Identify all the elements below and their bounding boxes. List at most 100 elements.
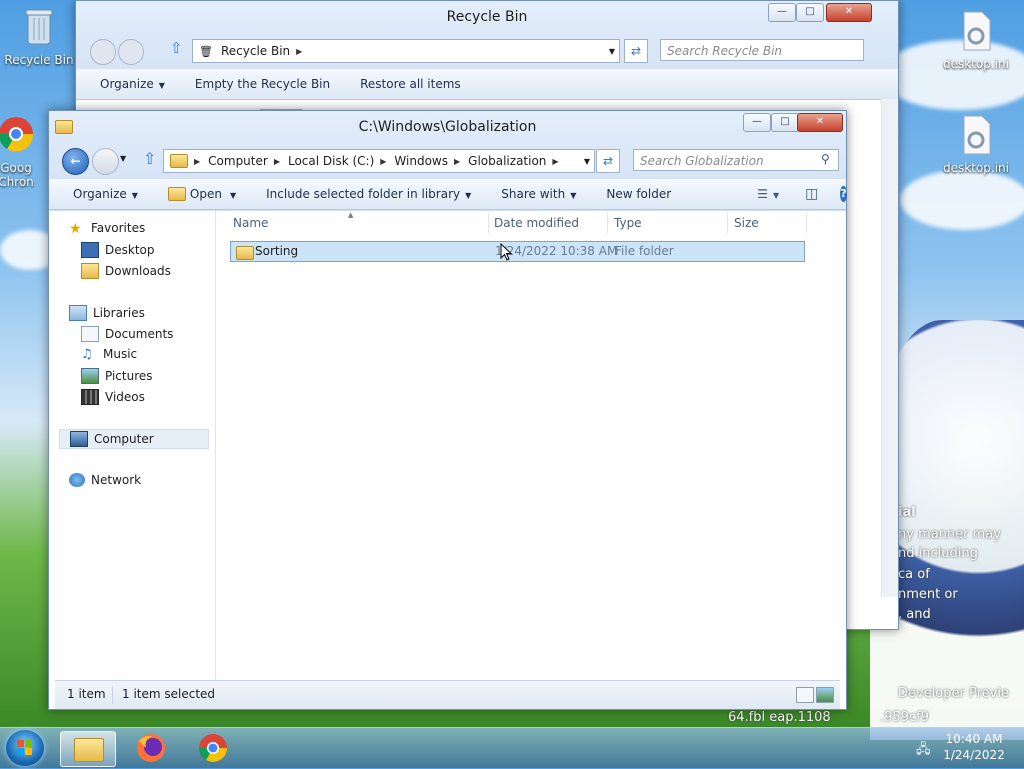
nav-music[interactable]: ♫ Music [81, 347, 138, 362]
chevron-down-icon[interactable]: ▼ [609, 47, 615, 56]
share-with-button[interactable]: Share with ▼ [501, 187, 576, 201]
refresh-icon[interactable]: ⇄ [624, 39, 648, 63]
toolbar: Organize ▼ Open ▼ Include selected folder … [49, 179, 847, 210]
network-icon [69, 473, 85, 487]
address-bar[interactable]: 🗑 Recycle Bin ▶ ▼ [192, 39, 620, 63]
nav-network[interactable]: Network [69, 473, 141, 487]
network-tray-icon[interactable]: 🖧 [916, 740, 931, 762]
breadcrumb-local-disk[interactable]: Local Disk (C:) [288, 154, 374, 168]
back-button[interactable] [90, 39, 116, 65]
window-title: C:\Windows\Globalization [358, 119, 537, 135]
libraries-icon [69, 305, 87, 321]
forward-button[interactable] [92, 148, 119, 175]
desktop-icon [81, 242, 99, 258]
refresh-icon[interactable]: ⇄ [596, 149, 620, 173]
close-button[interactable]: ✕ [797, 113, 843, 132]
recent-pages-chevron-icon[interactable]: ▼ [120, 154, 126, 163]
breadcrumb-globalization[interactable]: Globalization [468, 154, 546, 168]
folder-icon [170, 154, 188, 169]
chevron-right-icon[interactable]: ▶ [274, 157, 280, 166]
chevron-right-icon: ▶ [296, 46, 303, 56]
windows-logo-icon [17, 740, 32, 755]
include-label: Include selected folder in library [266, 187, 461, 201]
nav-desktop[interactable]: Desktop [81, 242, 155, 258]
explorer-body: ★ Favorites Desktop Downloads Libraries D… [55, 211, 840, 709]
view-options-icon[interactable]: ☰ ▼ [757, 187, 779, 201]
details-view-icon[interactable] [796, 687, 814, 703]
nav-libraries[interactable]: Libraries [69, 305, 145, 321]
forward-button[interactable] [118, 39, 144, 65]
chevron-right-icon[interactable]: ▶ [380, 157, 386, 166]
nav-computer[interactable]: Computer [59, 429, 209, 449]
nav-label: Downloads [105, 264, 171, 278]
column-divider[interactable] [607, 213, 608, 233]
desktop-icon-label: desktop.ini [943, 57, 1009, 71]
desktop-icon-desktop-ini[interactable]: desktop.ini [940, 10, 1012, 71]
settings-file-icon [963, 115, 991, 155]
taskbar-explorer[interactable] [60, 731, 116, 767]
open-button[interactable]: Open ▼ [167, 186, 236, 202]
organize-label: Organize [100, 77, 154, 91]
search-input[interactable]: Search Recycle Bin [660, 39, 864, 61]
large-icons-view-icon[interactable] [816, 687, 834, 703]
nav-pictures[interactable]: Pictures [81, 368, 153, 384]
breadcrumb-computer[interactable]: Computer [208, 154, 268, 168]
column-divider[interactable] [488, 213, 489, 233]
chevron-down-icon[interactable]: ▼ [584, 157, 590, 166]
address-bar[interactable]: ▶ Computer ▶ Local Disk (C:) ▶ Windows ▶… [163, 149, 595, 173]
nav-documents[interactable]: Documents [81, 326, 173, 342]
organize-button[interactable]: Organize ▼ [100, 77, 165, 91]
back-button[interactable]: ← [62, 148, 89, 175]
breadcrumb-segment[interactable]: Recycle Bin [221, 44, 290, 58]
column-header-size[interactable]: Size [734, 211, 759, 235]
nav-videos[interactable]: Videos [81, 389, 145, 405]
close-button[interactable]: ✕ [826, 3, 872, 22]
clock[interactable]: 10:40 AM 1/24/2022 [938, 731, 1010, 763]
organize-button[interactable]: Organize ▼ [73, 187, 138, 201]
vertical-scrollbar[interactable] [881, 99, 898, 597]
open-label: Open [189, 186, 222, 201]
column-header-date[interactable]: Date modified [494, 211, 579, 235]
desktop-icon-chrome[interactable]: Goog Chron [0, 114, 46, 189]
taskbar: 🖧 10:40 AM 1/24/2022 [0, 727, 1024, 768]
chevron-right-icon[interactable]: ▶ [552, 157, 558, 166]
taskbar-chrome[interactable] [186, 731, 240, 765]
nav-favorites[interactable]: ★ Favorites [69, 221, 145, 237]
breadcrumb-windows[interactable]: Windows [394, 154, 448, 168]
computer-icon [70, 431, 88, 447]
maximize-button[interactable]: □ [796, 3, 824, 22]
help-icon[interactable]: ? [840, 186, 847, 202]
desktop-icon-desktop-ini[interactable]: desktop.ini [940, 114, 1012, 175]
column-divider[interactable] [806, 213, 807, 233]
start-button[interactable] [6, 730, 44, 766]
restore-all-button[interactable]: Restore all items [360, 77, 461, 91]
column-header-name[interactable]: Name [233, 211, 268, 235]
taskbar-firefox[interactable] [124, 731, 178, 765]
up-arrow-icon[interactable]: ⇧ [170, 39, 183, 57]
maximize-button[interactable]: □ [771, 113, 799, 132]
chrome-icon [199, 734, 227, 762]
nav-label: Music [103, 347, 138, 361]
minimize-button[interactable]: — [743, 113, 771, 132]
new-folder-button[interactable]: New folder [606, 187, 671, 201]
column-divider[interactable] [727, 213, 728, 233]
up-arrow-icon[interactable]: ⇧ [143, 149, 156, 168]
chevron-right-icon: ▶ [194, 156, 201, 166]
include-in-library-button[interactable]: Include selected folder in library ▼ [266, 187, 471, 201]
table-row[interactable]: Sorting 1/24/2022 10:38 AM File folder [230, 241, 805, 262]
documents-icon [81, 326, 99, 342]
column-header-type[interactable]: Type [614, 211, 642, 235]
preview-pane-icon[interactable]: ◫ [805, 186, 818, 202]
empty-recycle-bin-button[interactable]: Empty the Recycle Bin [195, 77, 330, 91]
minimize-button[interactable]: — [768, 3, 796, 22]
search-icon[interactable]: ⚲ [821, 152, 830, 166]
chevron-right-icon[interactable]: ▶ [454, 157, 460, 166]
desktop-icon-recycle-bin[interactable]: Recycle Bin [3, 6, 75, 67]
recycle-bin-small-icon: 🗑 [199, 44, 213, 58]
nav-label: Documents [105, 327, 174, 341]
nav-label: Pictures [105, 369, 153, 383]
nav-downloads[interactable]: Downloads [81, 263, 171, 279]
file-list: ▲ Name Date modified Type Size Sorting 1… [216, 211, 840, 681]
chevron-down-icon: ▼ [570, 191, 577, 200]
search-input[interactable]: Search Globalization [633, 149, 839, 171]
